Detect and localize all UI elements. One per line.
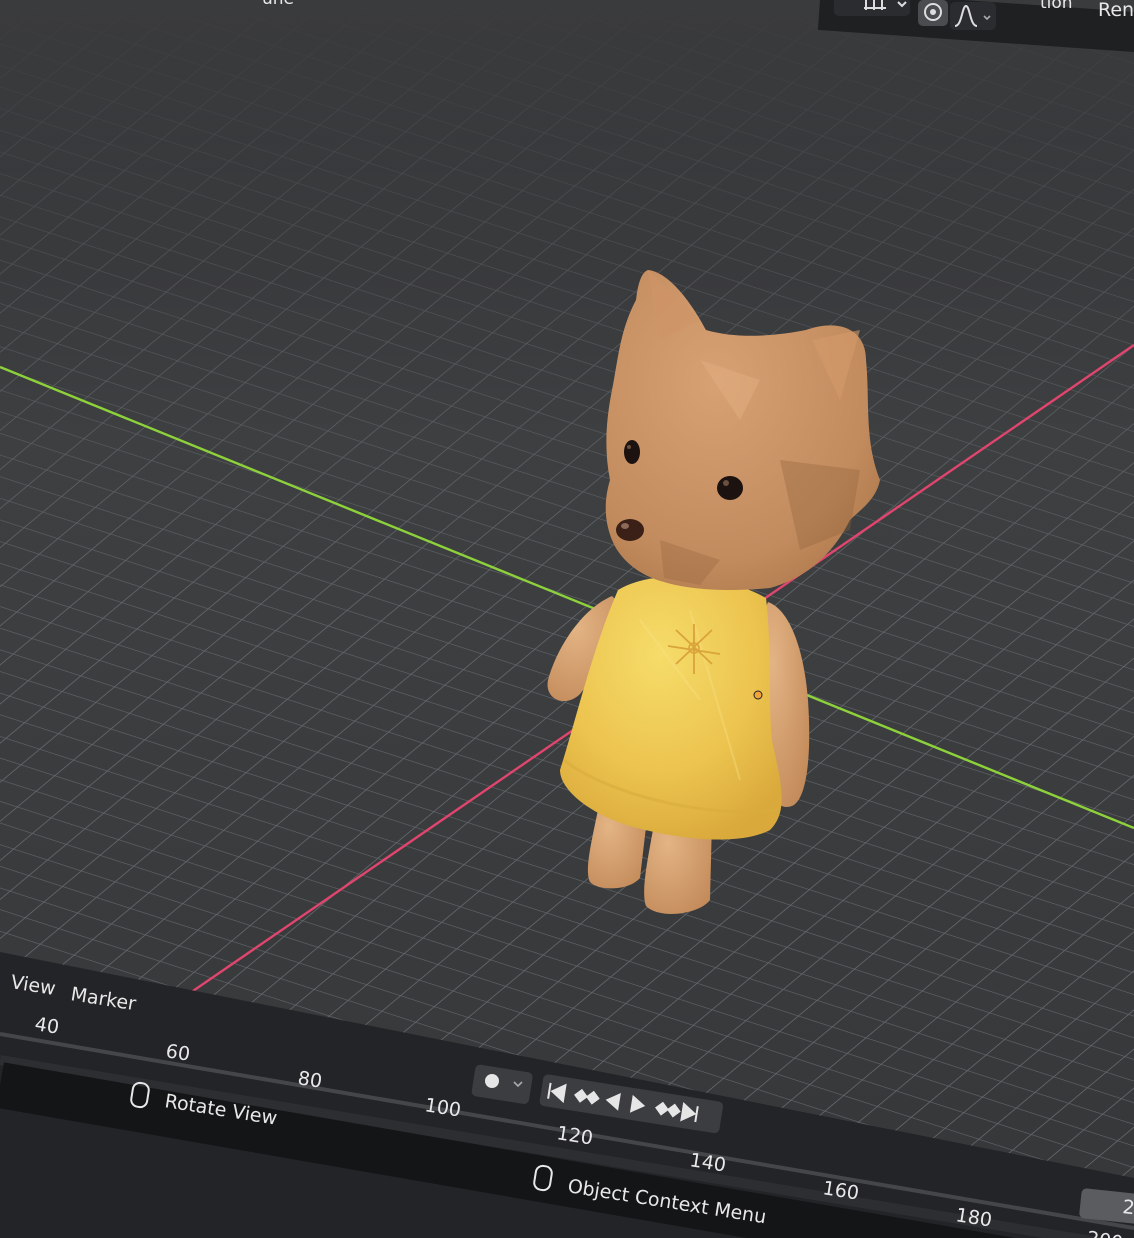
snap-increment-icon[interactable] [834,0,910,16]
current-frame-partial: 2 [1121,1196,1134,1219]
frame-label-40: 40 [33,1013,60,1039]
object-origin-dot[interactable] [753,690,763,700]
blender-screen: une tion Rend [0,0,1134,1238]
header-partial-tab[interactable]: tion [1040,0,1073,13]
falloff-curve-icon[interactable] [950,2,996,30]
header-partial-label: une [262,0,294,9]
frame-label-80: 80 [296,1067,323,1093]
record-button-icon [485,1074,499,1088]
render-menu-partial[interactable]: Rend [1098,0,1134,21]
frame-label-60: 60 [164,1040,191,1066]
proportional-editing-icon[interactable] [918,0,948,26]
3d-viewport[interactable]: une tion Rend [0,0,1134,1238]
